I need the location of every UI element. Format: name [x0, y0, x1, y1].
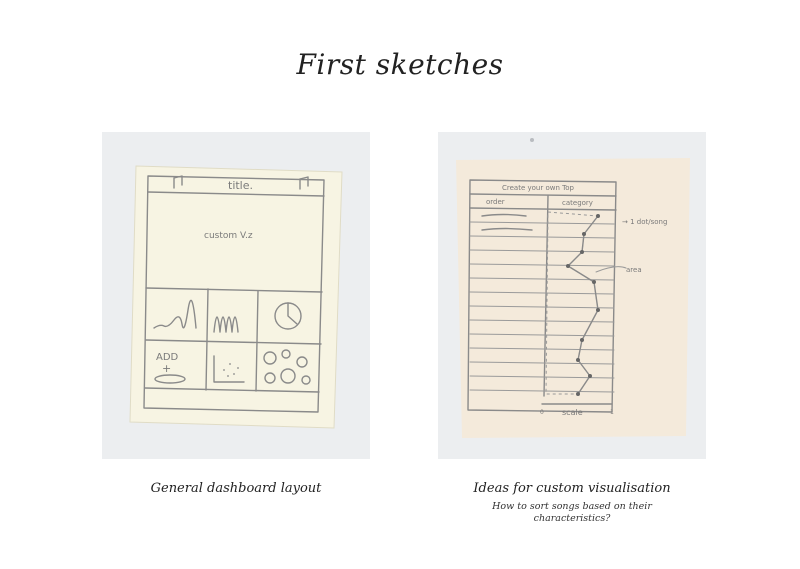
sketch-header-title: title.: [228, 179, 253, 192]
custom-vis-sketch-drawing: Create your own Top order category → 1 d…: [438, 132, 706, 459]
sketch-scale-min: 0: [540, 409, 544, 416]
dashboard-sketch-drawing: title. custom V.z ADD +: [102, 132, 370, 459]
sketch-main-panel-label: custom V.z: [204, 231, 253, 241]
dashboard-caption: General dashboard layout: [150, 481, 322, 496]
sketch-col-category: category: [562, 199, 593, 207]
custom-vis-caption: Ideas for custom visualisation: [473, 481, 671, 496]
sketch-note-dots: → 1 dot/song: [622, 218, 667, 226]
sketch-scale-max: 1: [610, 409, 614, 416]
page-title: First sketches: [296, 48, 504, 81]
dashboard-sketch-photo: title. custom V.z ADD +: [102, 132, 370, 459]
sketch-scale-label: scale: [562, 408, 583, 417]
custom-vis-subcaption: How to sort songs based on their charact…: [492, 501, 652, 524]
sketch-col-order: order: [486, 198, 505, 206]
sketch-note-area: area: [626, 266, 642, 274]
sketch-header-title: Create your own Top: [502, 184, 574, 192]
custom-vis-sketch-photo: Create your own Top order category → 1 d…: [438, 132, 706, 459]
svg-text:+: +: [162, 362, 171, 375]
